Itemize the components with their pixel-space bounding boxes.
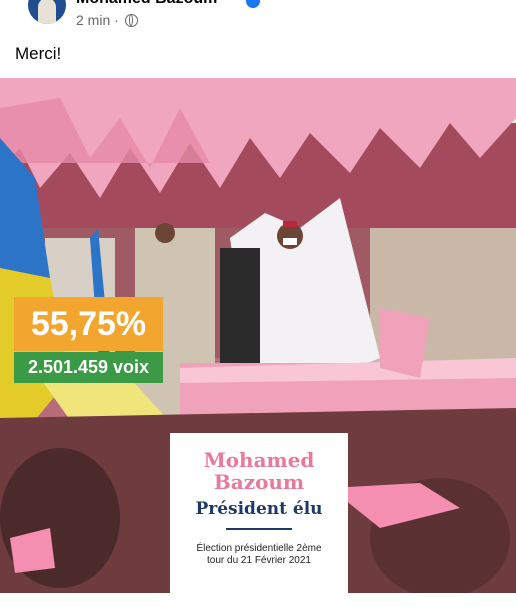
- meta-separator: ·: [114, 12, 119, 28]
- globe-icon[interactable]: [124, 14, 138, 27]
- avatar[interactable]: [28, 0, 66, 24]
- card-name-line1: Mohamed: [203, 448, 315, 472]
- verified-badge-icon: [246, 0, 260, 8]
- votes-badge: 2.501.459 voix: [14, 352, 163, 383]
- author-name[interactable]: Mohamed Bazoum: [76, 0, 217, 8]
- card-name: Mohamed Bazoum: [170, 449, 348, 493]
- card-title: Président élu: [195, 499, 323, 519]
- card-subtitle-line2: tour du 21 Février 2021: [207, 555, 311, 566]
- post-time[interactable]: 2 min: [76, 12, 110, 28]
- result-card: Mohamed Bazoum Président élu Élection pr…: [170, 433, 348, 593]
- card-subtitle-line1: Élection présidentielle 2ème: [196, 543, 322, 554]
- percentage-badge: 55,75%: [14, 297, 163, 351]
- post-header: Mohamed Bazoum 2 min ·: [0, 0, 516, 40]
- post-text: Merci!: [15, 44, 62, 63]
- card-name-line2: Bazoum: [213, 470, 305, 494]
- post-footer: [0, 593, 516, 607]
- post-meta: 2 min ·: [76, 12, 138, 28]
- card-subtitle: Élection présidentielle 2ème tour du 21 …: [178, 543, 340, 567]
- card-divider: [226, 528, 292, 530]
